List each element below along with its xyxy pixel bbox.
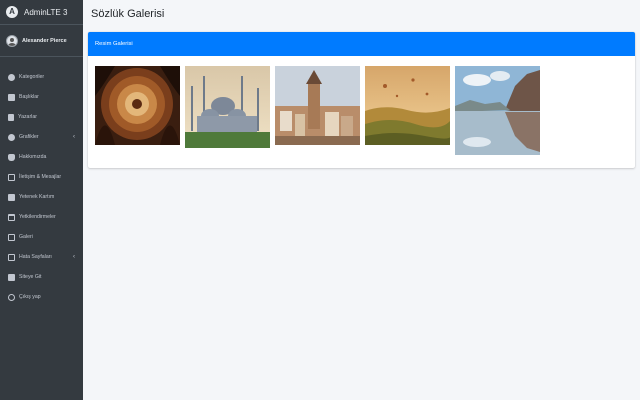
sidebar-item-label: Yetenek Kartım [19,194,55,200]
sidebar-item-galeri[interactable]: Galeri [0,227,83,247]
table-icon [8,93,15,101]
edit-icon [8,173,15,181]
calendar-icon [8,213,15,221]
card-header: Resim Galerisi [88,32,635,56]
sidebar-item-yazarlar[interactable]: Yazarlar [0,107,83,127]
sidebar-item-label: Hata Sayfaları [19,254,52,260]
sidebar-item-label: Yetkilendirmeler [19,214,56,220]
sidebar-item-iletisim[interactable]: İletişim & Mesajlar [0,167,83,187]
chart-icon [8,133,15,141]
tachometer-icon [8,73,15,81]
sidebar-item-label: Kategoriler [19,74,45,80]
sidebar-item-grafikler[interactable]: Grafikler ‹ [0,127,83,147]
sidebar-item-label: Grafikler [19,134,39,140]
sidebar-item-hata-sayfalari[interactable]: Hata Sayfaları ‹ [0,247,83,267]
sidebar-item-basliklar[interactable]: Başlıklar [0,87,83,107]
image-icon [8,233,15,241]
chevron-left-icon: ‹ [73,254,75,260]
sidebar-item-label: Galeri [19,234,33,240]
envelope-icon [8,253,15,261]
galata-tower-image[interactable] [275,66,360,145]
book-icon [8,113,14,121]
user-panel[interactable]: Alexander Pierce [0,25,83,57]
power-icon [8,293,15,301]
sidebar-item-yetenek-kartim[interactable]: Yetenek Kartım [0,187,83,207]
id-card-icon [8,193,15,201]
hagia-sophia-dome-image[interactable] [95,66,180,145]
brand-text: AdminLTE 3 [24,7,68,17]
sidebar-item-label: Hakkımızda [19,154,47,160]
sidebar-item-yetkilendirmeler[interactable]: Yetkilendirmeler [0,207,83,227]
hand-icon [8,153,15,161]
content-wrapper: Sözlük Galerisi Resim Galerisi [83,0,640,400]
sidebar-item-cikis-yap[interactable]: Çıkış yap [0,287,83,307]
sidebar-nav: Kategoriler Başlıklar Yazarlar Grafikler… [0,57,83,307]
avatar [6,34,18,47]
cappadocia-balloons-image[interactable] [365,66,450,145]
sidebar-item-siteye-git[interactable]: Siteye Git [0,267,83,287]
sidebar-item-label: Çıkış yap [19,294,41,300]
sidebar-item-kategoriler[interactable]: Kategoriler [0,67,83,87]
coastal-cliffs-reflection-image[interactable] [455,66,540,155]
sidebar-item-label: Başlıklar [19,94,39,100]
gallery-card: Resim Galerisi [88,32,635,168]
brand-link[interactable]: A AdminLTE 3 [0,0,83,25]
chevron-left-icon: ‹ [73,134,75,140]
brand-logo-icon: A [6,6,18,18]
sidebar-item-hakkimizda[interactable]: Hakkımızda [0,147,83,167]
user-name[interactable]: Alexander Pierce [22,38,67,44]
page-title: Sözlük Galerisi [91,8,165,20]
globe-icon [8,273,15,281]
sidebar-item-label: İletişim & Mesajlar [19,174,62,180]
sidebar: A AdminLTE 3 Alexander Pierce Kategorile… [0,0,83,400]
sidebar-item-label: Yazarlar [18,114,37,120]
blue-mosque-image[interactable] [185,66,270,148]
sidebar-item-label: Siteye Git [19,274,42,280]
